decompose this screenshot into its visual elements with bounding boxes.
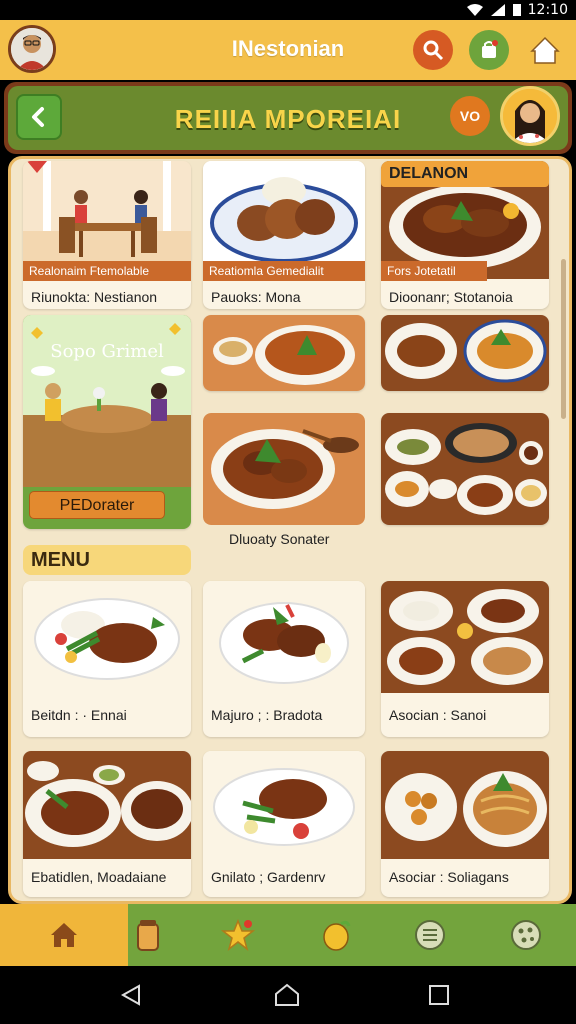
card-strip: Fors Jotetatil bbox=[381, 261, 487, 281]
menu-item-card[interactable]: Majuro ; : Bradota bbox=[203, 581, 365, 737]
menu-item-label: Gnilato ; Gardenrv bbox=[211, 869, 326, 885]
cart-button[interactable] bbox=[469, 30, 509, 70]
promo-card[interactable]: Sopo Grimel PEDorater bbox=[23, 315, 191, 529]
nav-favorites[interactable] bbox=[180, 904, 295, 966]
content-panel: Realonaim Ftemolable Riunokta: Nestianon… bbox=[8, 156, 572, 904]
menu-list-icon bbox=[414, 920, 445, 950]
menu-title: MENU bbox=[31, 549, 90, 571]
lemon-icon bbox=[322, 920, 350, 951]
home-shortcut-button[interactable] bbox=[525, 30, 565, 70]
menu-item-label: Asociar : Soliagans bbox=[389, 869, 509, 885]
home-icon bbox=[51, 923, 77, 947]
promo-button[interactable]: PEDorater bbox=[29, 491, 165, 519]
featured-tag: DELANON bbox=[381, 161, 549, 187]
menu-item-card[interactable]: Asociar : Soliagans bbox=[381, 751, 549, 897]
menu-item-card[interactable]: Gnilato ; Gardenrv bbox=[203, 751, 365, 897]
combo-platter-image bbox=[381, 581, 549, 693]
card-strip: Realonaim Ftemolable bbox=[23, 261, 191, 281]
food-card[interactable] bbox=[203, 315, 365, 391]
menu-item-label: Ebatidlen, Moadaiane bbox=[31, 869, 167, 885]
signal-icon bbox=[490, 4, 505, 16]
platter-image bbox=[381, 413, 549, 525]
wifi-icon bbox=[466, 4, 483, 16]
food-card[interactable] bbox=[203, 413, 365, 525]
system-back-button[interactable] bbox=[116, 980, 146, 1010]
menu-item-label: Beitdn : · Ennai bbox=[31, 707, 127, 723]
card-label: Pauoks: Mona bbox=[211, 289, 301, 305]
roast-plates-image bbox=[23, 751, 191, 859]
menu-item-label: Majuro ; : Bradota bbox=[211, 707, 323, 723]
profile-avatar[interactable] bbox=[500, 86, 560, 146]
promo-title: Sopo Grimel bbox=[50, 341, 164, 362]
food-label: Dluoaty Sonater bbox=[229, 531, 330, 547]
system-home-button[interactable] bbox=[272, 980, 302, 1010]
cookie-icon bbox=[510, 920, 541, 950]
noodles-bowls-image bbox=[381, 751, 549, 859]
home-icon bbox=[530, 36, 560, 64]
system-recents-button[interactable] bbox=[424, 980, 454, 1010]
system-navigation-bar bbox=[0, 966, 576, 1024]
back-triangle-icon bbox=[120, 984, 140, 1006]
status-clock: 12:10 bbox=[527, 2, 568, 18]
home-circle-icon bbox=[275, 983, 299, 1006]
battery-icon bbox=[512, 4, 521, 16]
restaurant-card[interactable]: DELANON Fors Jotetatil Dioonanr; Stotano… bbox=[381, 161, 549, 309]
steak-plate-image bbox=[23, 581, 191, 693]
recents-square-icon bbox=[429, 985, 449, 1005]
menu-item-card[interactable]: Asocian : Sanoi bbox=[381, 581, 549, 737]
card-label: Dioonanr; Stotanoia bbox=[389, 289, 513, 305]
menu-item-label: Asocian : Sanoi bbox=[389, 707, 487, 723]
jar-icon bbox=[136, 920, 159, 951]
menu-item-card[interactable]: Beitdn : · Ennai bbox=[23, 581, 191, 737]
restaurant-card[interactable]: Realonaim Ftemolable Riunokta: Nestianon bbox=[23, 161, 191, 309]
section-header: REIIIA MPOREIAI VO bbox=[4, 82, 572, 154]
restaurant-card[interactable]: Reatiomla Gemedialit Pauoks: Mona bbox=[203, 161, 365, 309]
stew-bowl-image bbox=[203, 413, 365, 525]
bottom-navigation bbox=[0, 904, 576, 966]
shopping-bag-icon bbox=[482, 40, 498, 58]
menu-item-card[interactable]: Ebatidlen, Moadaiane bbox=[23, 751, 191, 897]
search-icon bbox=[423, 40, 444, 61]
status-bar: 12:10 bbox=[0, 0, 576, 20]
beef-dish-image bbox=[203, 581, 365, 693]
menu-section-header: MENU bbox=[23, 545, 191, 575]
nav-more[interactable] bbox=[468, 904, 576, 966]
scrollbar[interactable] bbox=[561, 259, 566, 419]
grilled-dish-image bbox=[203, 751, 365, 859]
vo-badge[interactable]: VO bbox=[450, 96, 490, 136]
food-card[interactable] bbox=[381, 315, 549, 391]
two-plates-image bbox=[381, 315, 549, 391]
star-icon bbox=[220, 918, 255, 951]
card-label: Riunokta: Nestianon bbox=[31, 289, 158, 305]
food-card[interactable] bbox=[381, 413, 549, 525]
search-button[interactable] bbox=[413, 30, 453, 70]
app-header: INestonian bbox=[0, 20, 576, 80]
curry-bowl-image bbox=[203, 315, 365, 391]
card-strip: Reatiomla Gemedialit bbox=[203, 261, 365, 281]
